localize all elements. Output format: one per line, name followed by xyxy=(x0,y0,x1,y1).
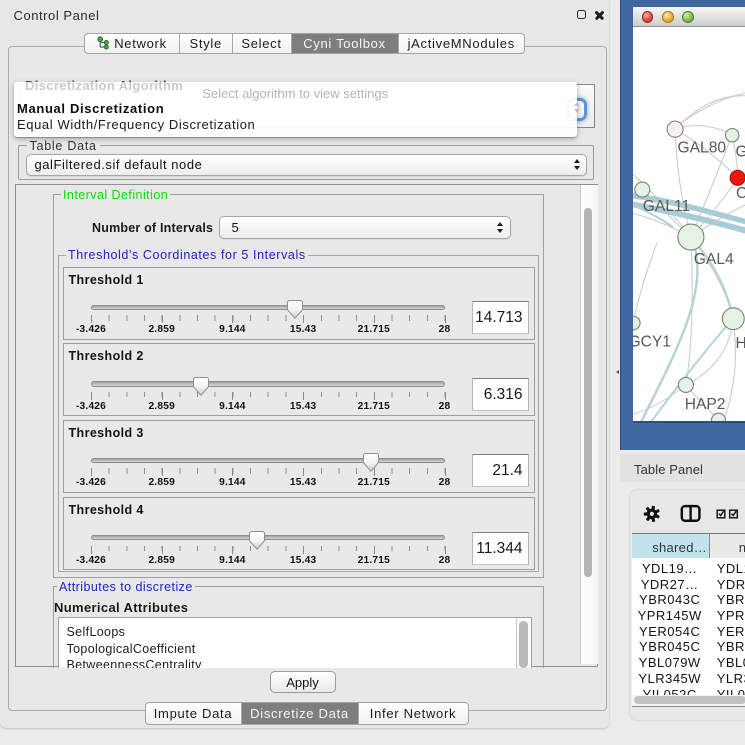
svg-text:GCY1: GCY1 xyxy=(633,333,671,350)
svg-text:GA: GA xyxy=(735,143,745,160)
svg-text:GAL80: GAL80 xyxy=(677,139,726,156)
svg-text:HAP2: HAP2 xyxy=(684,396,725,413)
svg-text:HA: HA xyxy=(735,335,745,352)
svg-text:GAL4: GAL4 xyxy=(693,251,733,268)
svg-text:GAL11: GAL11 xyxy=(642,198,689,215)
svg-text:C: C xyxy=(736,185,745,202)
